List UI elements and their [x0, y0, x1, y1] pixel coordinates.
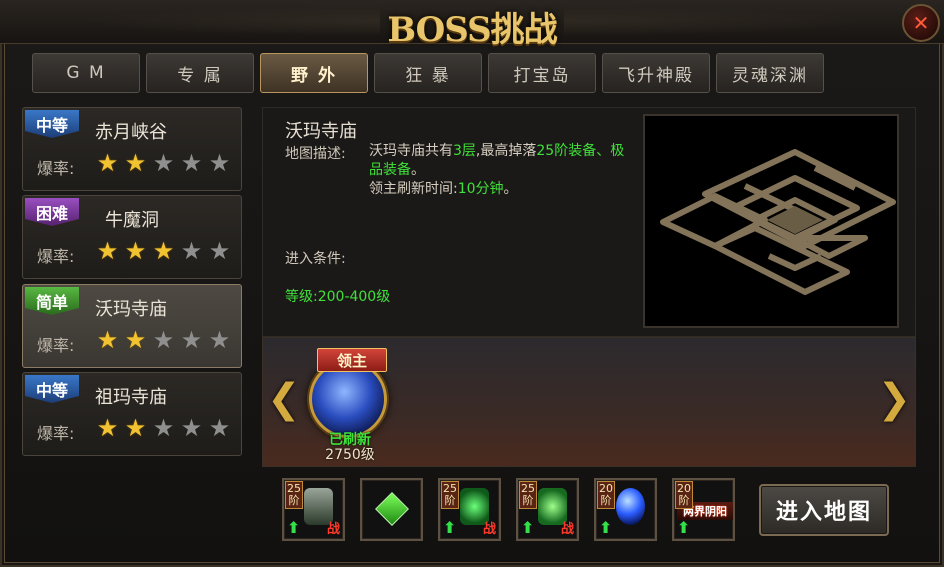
map-item-niumo[interactable]: 困难 牛魔洞 爆率: ★ ★ ★ ★ ★ [22, 195, 242, 279]
boss-level: 2750级 [325, 447, 375, 463]
window-title: BOSS挑战 [387, 10, 557, 50]
star-filled-icon: ★ [96, 149, 119, 177]
entry-condition-label: 进入条件: [285, 251, 346, 267]
tier-badge: 20阶 [675, 481, 693, 509]
title-bar: BOSS挑战 ✕ [0, 0, 944, 50]
star-empty-icon: ★ [208, 326, 231, 354]
tier-badge: 25阶 [519, 481, 537, 509]
map-description: 沃玛寺庙共有3层,最高掉落25阶装备、极品装备。 领主刷新时间:10分钟。 [369, 142, 631, 199]
refresh-label: 领主刷新时间: [369, 181, 458, 197]
upgrade-arrow-icon: ⬆ [287, 518, 301, 537]
next-boss-button[interactable]: ❯ [877, 376, 911, 422]
star-empty-icon: ★ [180, 237, 203, 265]
upgrade-arrow-icon: ⬆ [599, 518, 613, 537]
boss-carousel: ❮ ❯ 领主 已刷新 2750级 [262, 337, 916, 467]
tier-badge: 20阶 [597, 481, 615, 509]
difficulty-badge: 简单 [25, 287, 79, 315]
enter-map-button[interactable]: 进入地图 [759, 484, 889, 536]
tab-ascension-temple[interactable]: 飞升神殿 [602, 53, 710, 93]
star-filled-icon: ★ [124, 237, 147, 265]
class-tag: 战 [560, 522, 574, 537]
map-item-chiyue[interactable]: 中等 赤月峡谷 爆率: ★ ★ ★ ★ ★ [22, 107, 242, 191]
upgrade-arrow-icon: ⬆ [521, 518, 535, 537]
map-item-name: 牛魔洞 [105, 210, 159, 231]
drop-items: 25阶 ⬆ 战 25阶 ⬆ 战 25阶 ⬆ 战 20阶 ⬆ 两界阴阳 20阶 ⬆ [282, 478, 735, 542]
star-filled-icon: ★ [152, 237, 175, 265]
star-empty-icon: ★ [152, 149, 175, 177]
chevron-left-icon: ❮ [267, 376, 301, 422]
boss-banner: 领主 [317, 348, 387, 372]
close-icon: ✕ [912, 11, 930, 35]
map-preview-image [643, 114, 899, 328]
drop-rate-label: 爆率: [37, 336, 75, 355]
difficulty-badge: 中等 [25, 375, 79, 403]
desc-text: 。 [503, 181, 518, 197]
star-filled-icon: ★ [96, 326, 119, 354]
star-filled-icon: ★ [96, 237, 119, 265]
tab-soul-abyss[interactable]: 灵魂深渊 [716, 53, 824, 93]
star-empty-icon: ★ [180, 326, 203, 354]
difficulty-badge: 困难 [25, 198, 79, 226]
drop-item[interactable]: 25阶 ⬆ 战 [282, 478, 345, 541]
map-item-zuma[interactable]: 中等 祖玛寺庙 爆率: ★ ★ ★ ★ ★ [22, 372, 242, 456]
star-empty-icon: ★ [208, 149, 231, 177]
drop-item[interactable]: 25阶 ⬆ 战 [438, 478, 501, 541]
drop-rate-label: 爆率: [37, 159, 75, 178]
desc-text: 。 [411, 162, 425, 178]
category-tabs: G M 专 属 野 外 狂 暴 打宝岛 飞升神殿 灵魂深渊 [32, 53, 824, 95]
map-description-label: 地图描述: [285, 146, 346, 162]
maze-map-graphic [645, 116, 897, 326]
entry-level-requirement: 等级:200-400级 [285, 289, 391, 305]
drop-item[interactable] [360, 478, 423, 541]
drop-rate-stars: ★ ★ ★ ★ ★ [95, 239, 232, 263]
drop-rate-label: 爆率: [37, 424, 75, 443]
close-button[interactable]: ✕ [902, 4, 940, 42]
tab-treasure-island[interactable]: 打宝岛 [488, 53, 596, 93]
tab-wild[interactable]: 野 外 [260, 53, 368, 93]
drop-item[interactable]: 20阶 ⬆ [594, 478, 657, 541]
tier-badge: 25阶 [441, 481, 459, 509]
chevron-right-icon: ❯ [877, 376, 911, 422]
map-item-name: 赤月峡谷 [95, 122, 167, 143]
map-item-woma[interactable]: 简单 沃玛寺庙 爆率: ★ ★ ★ ★ ★ [22, 284, 242, 368]
star-empty-icon: ★ [152, 326, 175, 354]
blue-orb-icon [616, 488, 645, 525]
drop-item[interactable]: 两界阴阳 20阶 ⬆ [672, 478, 735, 541]
map-item-name: 沃玛寺庙 [95, 299, 167, 320]
upgrade-arrow-icon: ⬆ [443, 518, 457, 537]
refresh-value: 10分钟 [457, 181, 504, 197]
drop-rate-stars: ★ ★ ★ ★ ★ [95, 328, 232, 352]
desc-text: 沃玛寺庙共有 [369, 143, 453, 159]
star-filled-icon: ★ [124, 414, 147, 442]
tab-gm[interactable]: G M [32, 53, 140, 93]
drop-item[interactable]: 25阶 ⬆ 战 [516, 478, 579, 541]
star-empty-icon: ★ [152, 414, 175, 442]
map-item-name: 祖玛寺庙 [95, 387, 167, 408]
tab-frenzy[interactable]: 狂 暴 [374, 53, 482, 93]
emerald-gem-icon [375, 492, 409, 526]
map-list: 中等 赤月峡谷 爆率: ★ ★ ★ ★ ★ 困难 牛魔洞 爆率: ★ ★ ★ ★ ★ 简单 沃玛… [22, 107, 244, 459]
star-empty-icon: ★ [180, 414, 203, 442]
tier-badge: 25阶 [285, 481, 303, 509]
drop-rate-stars: ★ ★ ★ ★ ★ [95, 416, 232, 440]
star-filled-icon: ★ [124, 149, 147, 177]
map-detail-panel: 沃玛寺庙 地图描述: 沃玛寺庙共有3层,最高掉落25阶装备、极品装备。 领主刷新… [262, 107, 916, 337]
star-empty-icon: ★ [208, 237, 231, 265]
floor-count: 3层 [453, 143, 476, 159]
map-title: 沃玛寺庙 [285, 121, 357, 142]
class-tag: 战 [482, 522, 496, 537]
tab-exclusive[interactable]: 专 属 [146, 53, 254, 93]
class-tag: 战 [326, 522, 340, 537]
desc-text: ,最高掉落 [475, 143, 537, 159]
star-empty-icon: ★ [208, 414, 231, 442]
star-filled-icon: ★ [96, 414, 119, 442]
star-filled-icon: ★ [124, 326, 147, 354]
star-empty-icon: ★ [180, 149, 203, 177]
difficulty-badge: 中等 [25, 110, 79, 138]
upgrade-arrow-icon: ⬆ [677, 518, 691, 537]
drop-rate-stars: ★ ★ ★ ★ ★ [95, 151, 232, 175]
drop-rate-label: 爆率: [37, 247, 75, 266]
prev-boss-button[interactable]: ❮ [267, 376, 301, 422]
